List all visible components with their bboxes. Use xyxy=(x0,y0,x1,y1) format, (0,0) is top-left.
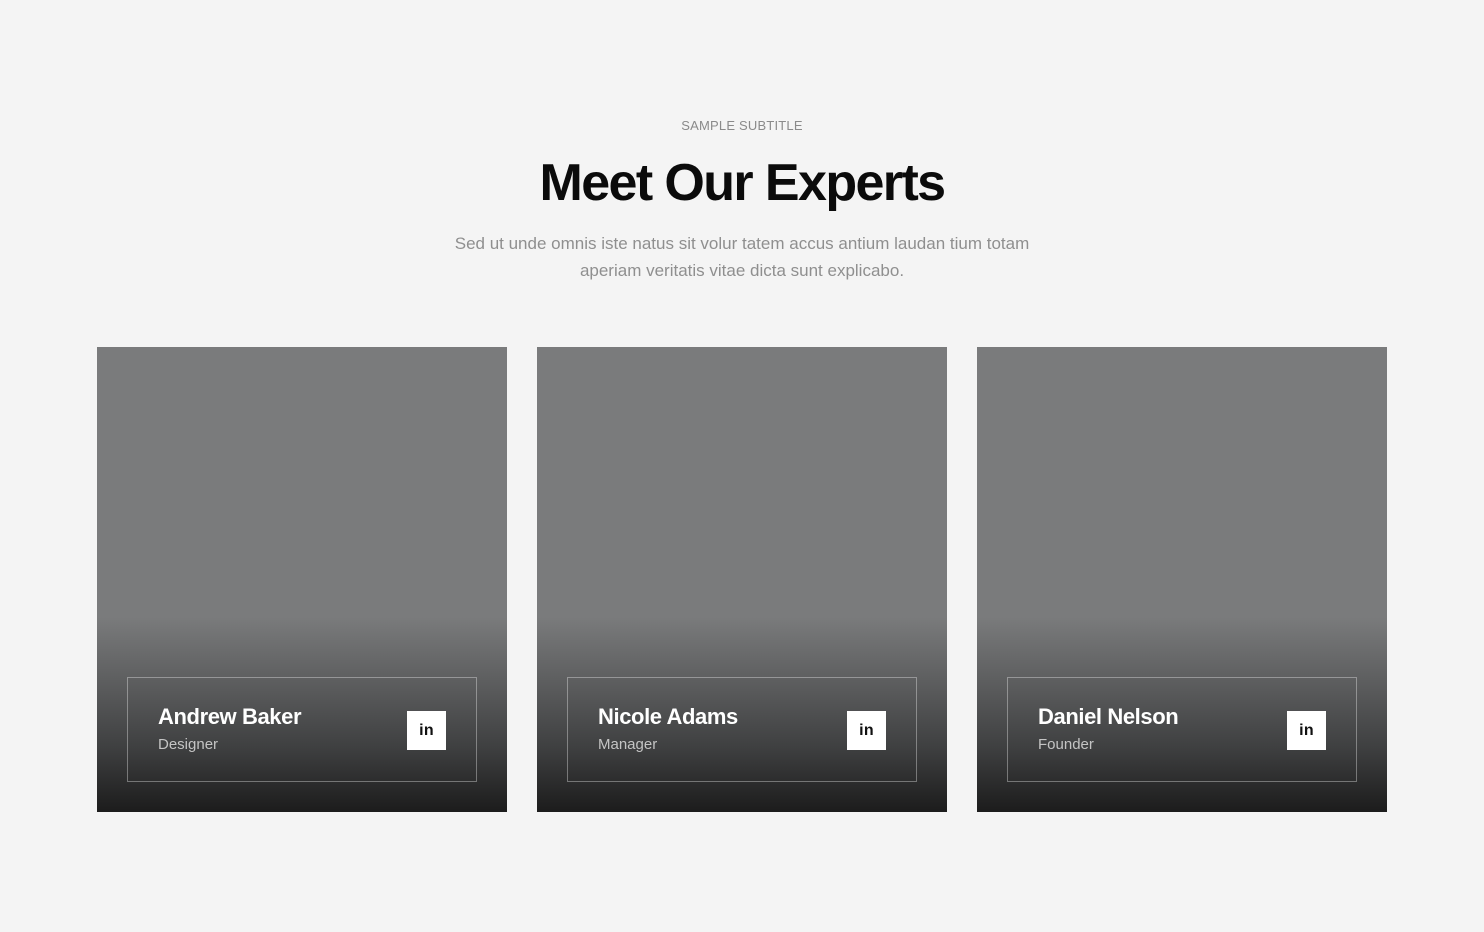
team-card-info: Nicole Adams Manager in xyxy=(567,677,917,782)
member-name: Andrew Baker xyxy=(158,704,302,729)
team-cards: Andrew Baker Designer in Nicole Adams Ma… xyxy=(97,347,1387,812)
linkedin-icon[interactable]: in xyxy=(407,711,446,750)
team-card-info: Daniel Nelson Founder in xyxy=(1007,677,1357,782)
member-role: Founder xyxy=(1038,736,1094,753)
member-name: Daniel Nelson xyxy=(1038,704,1179,729)
team-card-info: Andrew Baker Designer in xyxy=(127,677,477,782)
section-description: Sed ut unde omnis iste natus sit volur t… xyxy=(454,234,1030,280)
member-name: Nicole Adams xyxy=(598,704,738,729)
linkedin-icon[interactable]: in xyxy=(847,711,886,750)
member-role: Designer xyxy=(158,736,219,753)
section-subtitle: SAMPLE SUBTITLE xyxy=(681,118,803,133)
team-card[interactable]: Daniel Nelson Founder in xyxy=(977,347,1387,812)
team-card[interactable]: Nicole Adams Manager in xyxy=(537,347,947,812)
team-card[interactable]: Andrew Baker Designer in xyxy=(97,347,507,812)
member-role: Manager xyxy=(598,736,658,753)
linkedin-icon[interactable]: in xyxy=(1287,711,1326,750)
section-title: Meet Our Experts xyxy=(539,154,947,212)
